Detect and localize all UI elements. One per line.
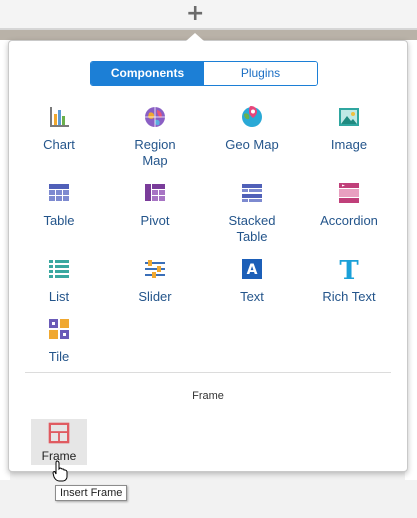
list-icon [49, 260, 69, 278]
frame-icon [48, 422, 70, 444]
component-label: Geo Map [225, 137, 279, 152]
globe-icon [145, 107, 165, 127]
insert-popup: Components Plugins Chart Region Map Geo … [8, 40, 408, 472]
table-icon [49, 184, 69, 201]
accordion-icon [339, 183, 359, 203]
tooltip: Insert Frame [55, 485, 128, 501]
component-label: Pivot [140, 213, 170, 228]
tile-icon [49, 319, 69, 339]
component-list[interactable]: List [14, 257, 104, 305]
component-label: Table [43, 213, 75, 228]
component-pivot[interactable]: Pivot [110, 181, 200, 229]
component-label: Tile [48, 349, 70, 364]
plus-icon[interactable]: + [186, 3, 204, 25]
component-geo-map[interactable]: Geo Map [207, 105, 297, 153]
component-label: Slider [138, 289, 172, 304]
component-tile[interactable]: Tile [14, 317, 104, 365]
component-label: List [48, 289, 70, 304]
tab-components[interactable]: Components [91, 62, 204, 85]
svg-text:T: T [339, 257, 359, 281]
component-label: Text [240, 289, 264, 304]
pivot-icon [145, 184, 165, 201]
tab-plugins[interactable]: Plugins [204, 62, 317, 85]
hand-cursor-icon [52, 460, 68, 482]
stacked-table-icon [242, 184, 262, 202]
component-label: Chart [43, 137, 75, 152]
bar-chart-icon [50, 107, 69, 127]
svg-text:A: A [247, 262, 258, 278]
component-slider[interactable]: Slider [110, 257, 200, 305]
component-accordion[interactable]: Accordion [304, 181, 394, 229]
component-text[interactable]: A Text [207, 257, 297, 305]
rich-text-icon: T [339, 256, 359, 286]
component-image[interactable]: Image [304, 105, 394, 153]
component-label: Region Map [134, 137, 176, 168]
divider [25, 372, 391, 373]
component-rich-text[interactable]: T Rich Text [304, 256, 394, 305]
component-label: Stacked Table [228, 213, 276, 244]
text-icon: A [242, 259, 262, 279]
top-toolbar: + [0, 0, 417, 30]
component-chart[interactable]: Chart [14, 105, 104, 153]
image-icon [339, 108, 359, 126]
component-stacked-table[interactable]: Stacked Table [207, 181, 297, 245]
component-table[interactable]: Table [14, 181, 104, 229]
component-region-map[interactable]: Region Map [110, 105, 200, 169]
popup-caret [186, 33, 204, 41]
section-title-frame: Frame [192, 390, 224, 402]
component-label: Accordion [320, 213, 378, 228]
component-label: Rich Text [322, 289, 376, 304]
frame-button[interactable]: Frame [31, 419, 87, 465]
toolbar-strip [0, 30, 417, 40]
tab-switch: Components Plugins [90, 61, 318, 86]
slider-icon [145, 260, 165, 278]
component-label: Image [330, 137, 368, 152]
geo-map-icon [242, 106, 262, 127]
